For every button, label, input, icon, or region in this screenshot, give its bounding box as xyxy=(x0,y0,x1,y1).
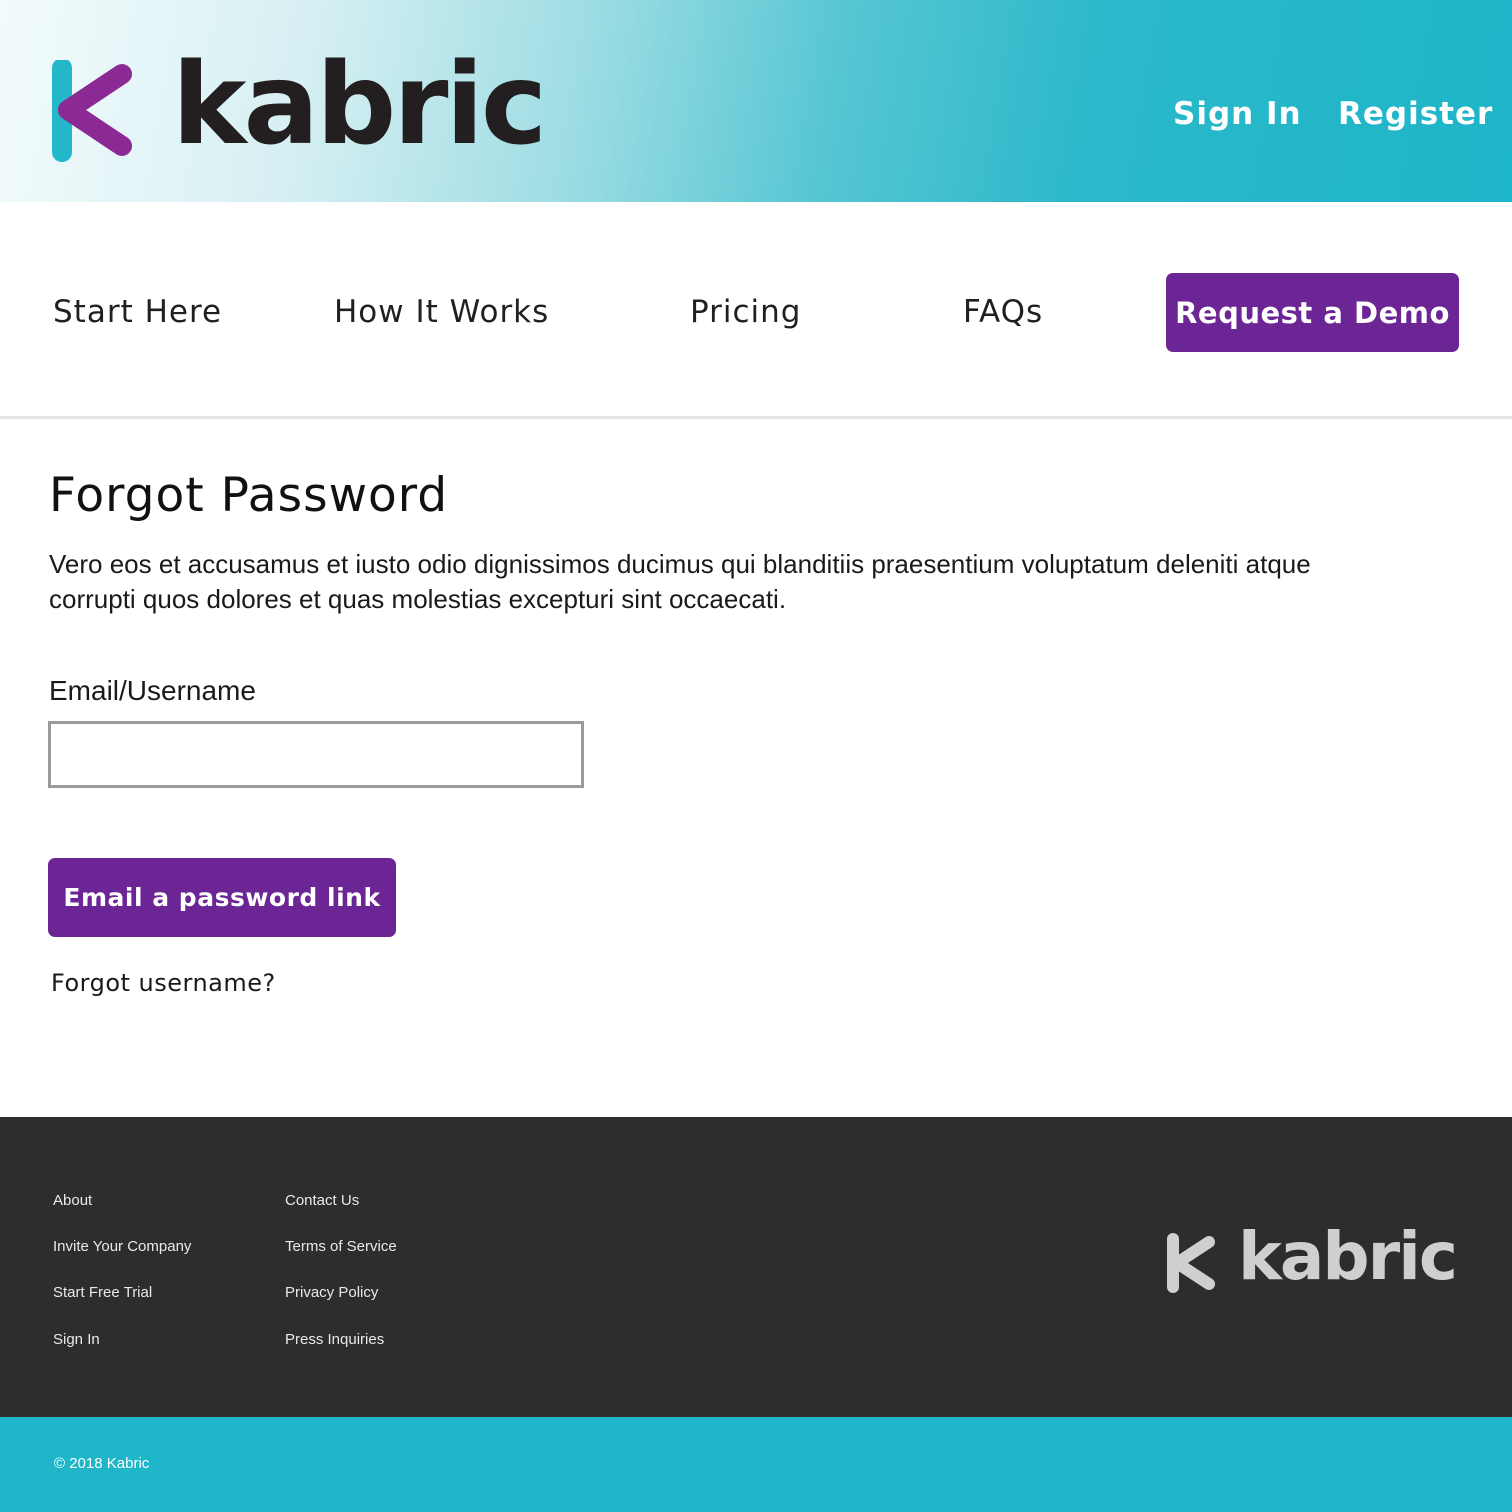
register-link[interactable]: Register xyxy=(1338,96,1493,133)
logo-wordmark: kabric xyxy=(172,40,547,170)
main-nav: Start Here How It Works Pricing FAQs Req… xyxy=(0,202,1512,419)
kabric-k-logo-icon xyxy=(1167,1233,1215,1293)
kabric-k-logo-icon xyxy=(52,60,132,162)
footer-link-invite-company[interactable]: Invite Your Company xyxy=(53,1238,191,1256)
footer-link-privacy[interactable]: Privacy Policy xyxy=(285,1284,378,1302)
footer-kabric-logo[interactable]: kabric xyxy=(1166,1218,1466,1295)
footer-logo-wordmark: kabric xyxy=(1238,1218,1458,1295)
nav-item-pricing[interactable]: Pricing xyxy=(690,294,802,331)
nav-item-how-it-works[interactable]: How It Works xyxy=(334,294,549,331)
intro-text: Vero eos et accusamus et iusto odio dign… xyxy=(49,549,1311,614)
kabric-logo[interactable]: kabric xyxy=(52,40,547,170)
copyright-bar: © 2018 Kabric xyxy=(0,1417,1512,1512)
sign-in-link[interactable]: Sign In xyxy=(1173,96,1302,133)
footer: About Invite Your Company Start Free Tri… xyxy=(0,1117,1512,1417)
nav-item-start-here[interactable]: Start Here xyxy=(53,294,222,331)
email-password-link-button[interactable]: Email a password link xyxy=(48,858,396,937)
nav-item-faqs[interactable]: FAQs xyxy=(963,294,1043,331)
footer-link-press[interactable]: Press Inquiries xyxy=(285,1331,384,1349)
page-title: Forgot Password xyxy=(49,468,449,523)
request-demo-button[interactable]: Request a Demo xyxy=(1166,273,1459,352)
copyright-text: © 2018 Kabric xyxy=(54,1455,150,1472)
footer-link-terms[interactable]: Terms of Service xyxy=(285,1238,397,1256)
footer-link-contact[interactable]: Contact Us xyxy=(285,1192,359,1210)
footer-link-free-trial[interactable]: Start Free Trial xyxy=(53,1284,152,1302)
email-username-label: Email/Username xyxy=(49,675,256,706)
footer-link-about[interactable]: About xyxy=(53,1192,92,1210)
forgot-username-link[interactable]: Forgot username? xyxy=(51,969,276,998)
footer-link-sign-in[interactable]: Sign In xyxy=(53,1331,100,1349)
top-header: kabric Sign In Register xyxy=(0,0,1512,202)
email-username-input[interactable] xyxy=(48,721,584,788)
